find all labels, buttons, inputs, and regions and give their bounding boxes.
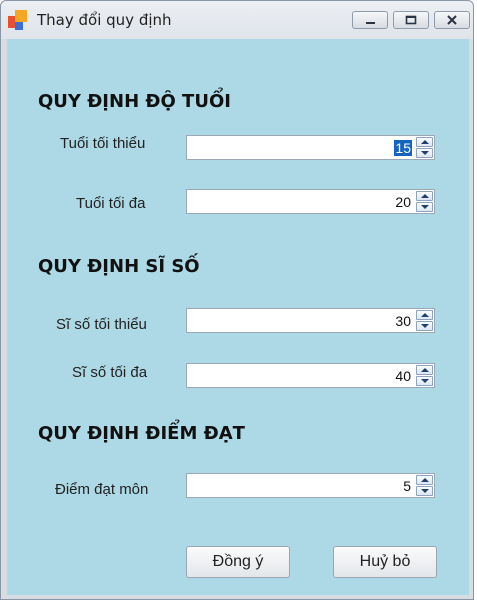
minimize-icon <box>353 12 387 28</box>
arrow-down-icon <box>421 379 429 383</box>
arrow-down-icon <box>421 489 429 493</box>
maximize-button[interactable] <box>393 11 429 29</box>
min-age-increment-button[interactable] <box>416 137 433 147</box>
window-title: Thay đổi quy định <box>37 11 172 29</box>
arrow-down-icon <box>421 151 429 155</box>
max-age-spinner[interactable]: 20 <box>186 189 435 214</box>
section-title-pass-score: QUY ĐỊNH ĐIỂM ĐẠT <box>38 423 245 444</box>
form-panel: QUY ĐỊNH ĐỘ TUỔI Tuổi tối thiểu 15 Tuổi … <box>7 39 469 595</box>
max-size-value[interactable]: 40 <box>394 368 412 384</box>
min-size-increment-button[interactable] <box>416 310 433 320</box>
section-title-age: QUY ĐỊNH ĐỘ TUỔI <box>38 91 231 112</box>
title-bar[interactable]: Thay đổi quy định <box>1 1 473 39</box>
arrow-up-icon <box>421 194 429 198</box>
max-age-decrement-button[interactable] <box>416 202 433 212</box>
min-size-spinner[interactable]: 30 <box>186 308 435 333</box>
ok-button[interactable]: Đồng ý <box>186 546 290 578</box>
pass-mark-spinner[interactable]: 5 <box>186 473 435 498</box>
min-age-value[interactable]: 15 <box>394 140 412 156</box>
pass-mark-decrement-button[interactable] <box>416 486 433 496</box>
pass-mark-increment-button[interactable] <box>416 475 433 485</box>
arrow-down-icon <box>421 324 429 328</box>
arrow-down-icon <box>421 205 429 209</box>
min-size-value[interactable]: 30 <box>394 313 412 329</box>
close-button[interactable] <box>434 11 470 29</box>
min-age-spinner[interactable]: 15 <box>186 135 435 160</box>
max-age-value[interactable]: 20 <box>394 194 412 210</box>
min-size-label: Sĩ số tối thiểu <box>56 316 147 333</box>
max-size-increment-button[interactable] <box>416 365 433 375</box>
pass-mark-label: Điểm đạt môn <box>55 481 149 498</box>
section-title-class-size: QUY ĐỊNH SĨ SỐ <box>38 256 200 277</box>
min-age-label: Tuổi tối thiểu <box>60 135 146 152</box>
settings-window: Thay đổi quy định QUY ĐỊNH ĐỘ TUỔI Tuổi … <box>0 0 474 600</box>
app-logo-icon <box>8 10 30 32</box>
arrow-up-icon <box>421 478 429 482</box>
max-size-label: Sĩ số tối đa <box>72 364 148 381</box>
cancel-button[interactable]: Huỷ bỏ <box>333 546 437 578</box>
max-age-increment-button[interactable] <box>416 191 433 201</box>
max-age-label: Tuổi tối đa <box>76 195 146 212</box>
maximize-icon <box>394 12 428 28</box>
close-icon <box>435 12 469 28</box>
arrow-up-icon <box>421 313 429 317</box>
arrow-up-icon <box>421 368 429 372</box>
min-age-decrement-button[interactable] <box>416 148 433 158</box>
max-size-spinner[interactable]: 40 <box>186 363 435 388</box>
minimize-button[interactable] <box>352 11 388 29</box>
pass-mark-value[interactable]: 5 <box>402 478 412 494</box>
max-size-decrement-button[interactable] <box>416 376 433 386</box>
arrow-up-icon <box>421 140 429 144</box>
min-size-decrement-button[interactable] <box>416 321 433 331</box>
